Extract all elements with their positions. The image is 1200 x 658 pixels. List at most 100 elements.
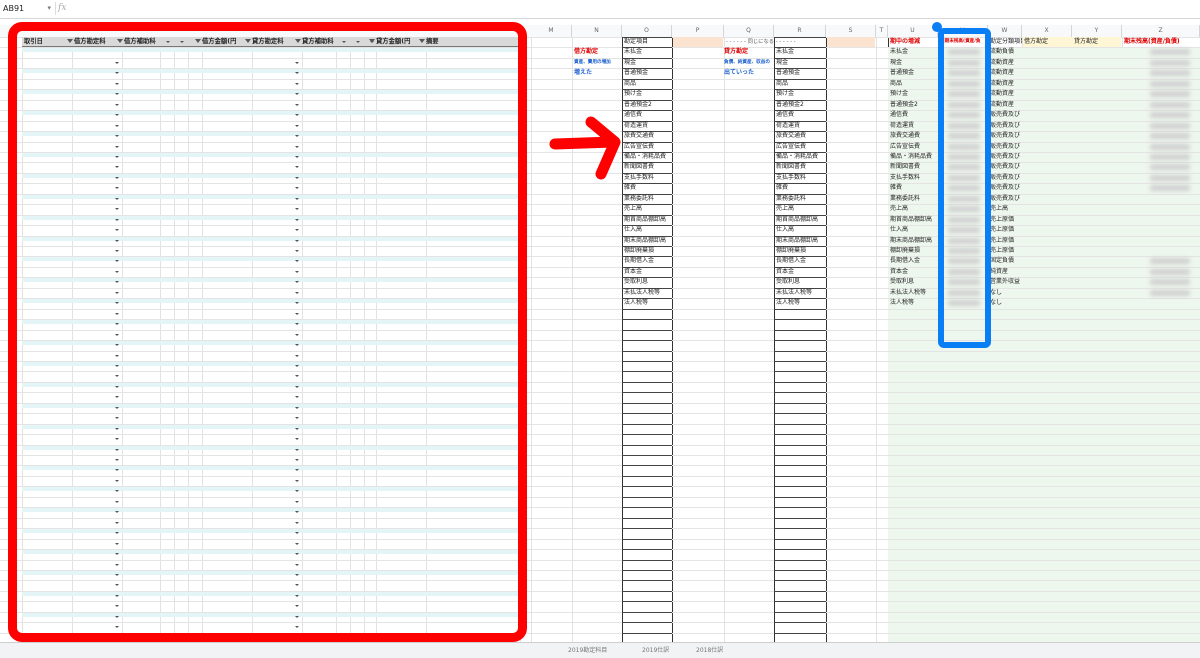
cell-dropdown-icon[interactable] [115,521,119,524]
filter-dropdown-icon[interactable] [295,39,301,43]
list-item[interactable]: 現金 [890,58,938,68]
list-item[interactable]: 棚卸廃棄損 [624,246,672,256]
cell-dropdown-icon[interactable] [115,615,119,618]
column-header-o[interactable]: O [622,25,672,37]
list-item[interactable]: 通信費 [776,110,826,120]
list-item[interactable]: 長期借入金 [890,256,938,266]
list-item[interactable]: 売上原価 [990,215,1022,225]
filter-dropdown-icon[interactable] [195,39,201,43]
column-header-w[interactable]: W [988,25,1022,37]
cell-dropdown-icon[interactable] [295,563,299,566]
list-item[interactable]: 未払法人税等 [776,288,826,298]
filter-header[interactable]: 借方金額(円 [202,37,252,46]
list-item[interactable]: 新聞図書費 [624,162,672,172]
cell-dropdown-icon[interactable] [115,61,119,64]
cell-dropdown-icon[interactable] [295,135,299,137]
list-item[interactable]: 販売費及び [990,173,1022,183]
list-item[interactable]: 普通預金 [890,68,938,78]
list-item[interactable]: 通信費 [624,110,672,120]
cell-dropdown-icon[interactable] [115,323,119,326]
cell-dropdown-icon[interactable] [115,218,119,221]
cell-dropdown-icon[interactable] [295,573,299,576]
list-item[interactable]: 預け金 [890,89,938,99]
list-item[interactable]: 広告宣伝費 [776,142,826,152]
cell-dropdown-icon[interactable] [295,260,299,263]
list-item[interactable]: 普通預金2 [624,100,672,110]
cell-dropdown-icon[interactable] [115,490,119,493]
cell-dropdown-icon[interactable] [115,93,119,96]
cell-dropdown-icon[interactable] [295,354,299,357]
list-item[interactable]: 仕入高 [890,225,938,235]
list-item[interactable]: 未払法人税等 [624,288,672,298]
cell-dropdown-icon[interactable] [295,344,299,346]
filter-header[interactable]: 貸方勘定科 [252,37,302,46]
list-item[interactable]: 未払法人税等 [890,288,938,298]
cell-dropdown-icon[interactable] [295,605,299,608]
cell-dropdown-icon[interactable] [295,72,299,75]
sheet-tab[interactable]: 2019仕訳 [637,644,674,657]
list-item[interactable]: 販売費及び [990,110,1022,120]
cell-dropdown-icon[interactable] [115,114,119,117]
cell-dropdown-icon[interactable] [295,521,299,524]
cell-dropdown-icon[interactable] [295,511,299,514]
column-header-y[interactable]: Y [1072,25,1122,37]
cell-dropdown-icon[interactable] [295,479,299,482]
cell-dropdown-icon[interactable] [115,469,119,472]
cell-dropdown-icon[interactable] [295,197,299,200]
list-item[interactable]: 資本金 [890,267,938,277]
cell-dropdown-icon[interactable] [295,250,299,252]
cell-dropdown-icon[interactable] [115,291,119,294]
list-item[interactable]: 売上高 [990,204,1022,214]
cell-dropdown-icon[interactable] [115,103,119,106]
list-item[interactable]: 期首商品棚卸高 [776,215,826,225]
cell-dropdown-icon[interactable] [115,197,119,200]
list-item[interactable]: 流動資産 [990,100,1022,110]
cell-dropdown-icon[interactable] [115,605,119,608]
list-item[interactable]: 純資産 [990,267,1022,277]
column-header-m[interactable]: M [531,25,572,37]
list-item[interactable]: 預け金 [624,89,672,99]
cell-dropdown-icon[interactable] [115,124,119,127]
cell-dropdown-icon[interactable] [115,135,119,137]
cell-dropdown-icon[interactable] [115,636,119,639]
list-item[interactable]: 未払金 [776,47,826,57]
cell-dropdown-icon[interactable] [115,500,119,503]
cell-dropdown-icon[interactable] [295,323,299,326]
filter-header[interactable]: 取引日 [24,37,74,46]
cell-dropdown-icon[interactable] [115,448,119,451]
cell-dropdown-icon[interactable] [295,636,299,639]
filter-dropdown-icon[interactable] [166,41,170,43]
cell-dropdown-icon[interactable] [115,239,119,242]
sheet-tab[interactable]: 2019勘定科目 [563,644,612,657]
list-item[interactable]: 流動資産 [990,79,1022,89]
column-header-r[interactable]: R [774,25,826,37]
cell-dropdown-icon[interactable] [115,427,119,430]
list-item[interactable]: 期末商品棚卸高 [890,236,938,246]
cell-dropdown-icon[interactable] [295,626,299,629]
filter-dropdown-icon[interactable] [67,39,73,43]
cell-dropdown-icon[interactable] [295,93,299,96]
list-item[interactable]: 支払手数料 [776,173,826,183]
filter-dropdown-icon[interactable] [245,39,251,43]
list-item[interactable]: 現金 [776,58,826,68]
column-header-z[interactable]: Z [1122,25,1200,37]
cell-dropdown-icon[interactable] [295,291,299,294]
list-item[interactable]: 受取利息 [624,277,672,287]
list-item[interactable]: 法人税等 [890,298,938,308]
cell-dropdown-icon[interactable] [295,61,299,64]
cell-dropdown-icon[interactable] [115,396,119,399]
cell-dropdown-icon[interactable] [115,155,119,158]
filter-header[interactable]: 貸方補助科 [302,37,376,46]
cell-dropdown-icon[interactable] [295,270,299,273]
list-item[interactable]: 販売費及び [990,131,1022,141]
list-item[interactable]: 棚卸廃棄損 [776,246,826,256]
list-item[interactable]: 資本金 [624,267,672,277]
list-item[interactable]: 流動負債 [990,47,1022,57]
column-header-n[interactable]: N [572,25,622,37]
list-item[interactable]: 長期借入金 [776,256,826,266]
list-item[interactable]: 普通預金2 [776,100,826,110]
list-item[interactable]: 販売費及び [990,194,1022,204]
cell-dropdown-icon[interactable] [295,553,299,555]
cell-dropdown-icon[interactable] [295,448,299,451]
cell-dropdown-icon[interactable] [295,302,299,305]
